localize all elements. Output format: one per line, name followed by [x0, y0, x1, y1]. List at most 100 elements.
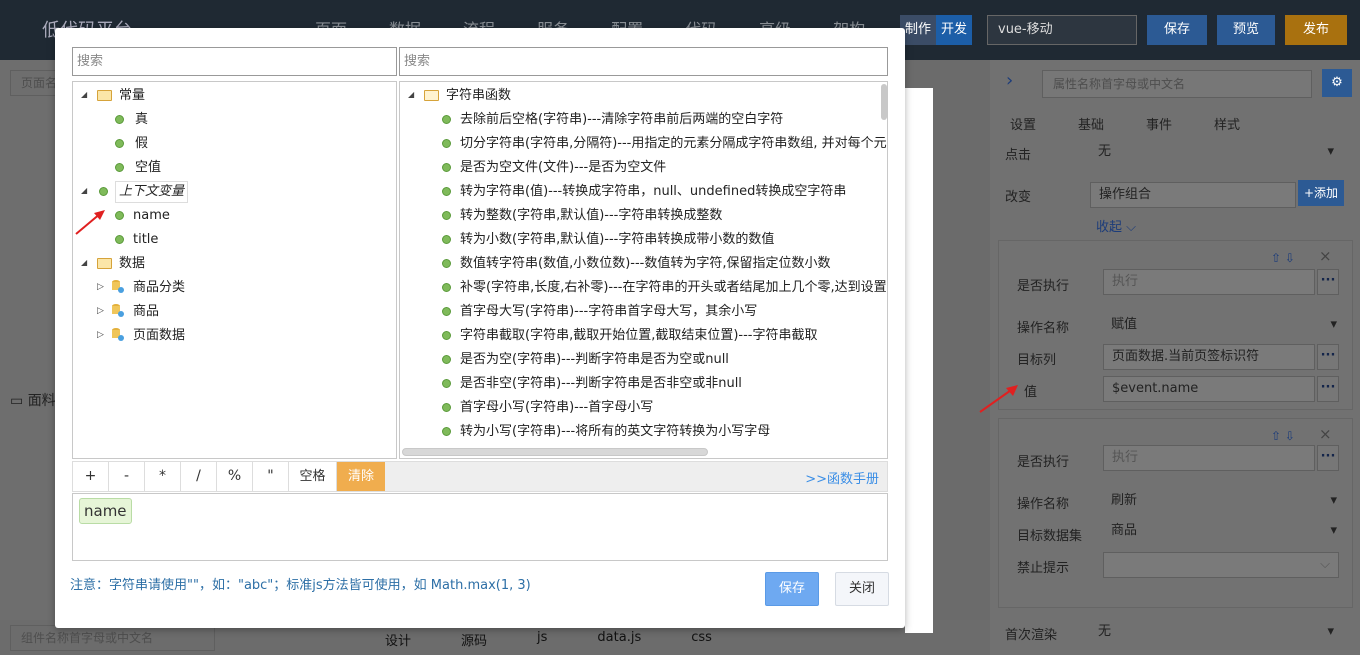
collapse-link[interactable]: 收起 ⌵: [1096, 216, 1136, 235]
dataset-label: 目标数据集: [1017, 529, 1083, 544]
tab-js[interactable]: js: [537, 630, 547, 649]
node-dot-icon: [442, 355, 451, 364]
function-item[interactable]: 转为字符串(值)---转换成字符串，null、undefined转换成空字符串: [460, 180, 846, 204]
close-icon[interactable]: ×: [1319, 425, 1332, 443]
first-render-select[interactable]: 无 ▾: [1090, 620, 1340, 646]
function-item[interactable]: 去除前后空格(字符串)---清除字符串前后两端的空白字符: [460, 108, 783, 132]
expression-editor[interactable]: name: [72, 493, 888, 561]
op-divide-button[interactable]: /: [181, 462, 217, 491]
close-button[interactable]: 关闭: [835, 572, 889, 606]
mode-make-button[interactable]: 制作: [900, 15, 936, 45]
tree-node-title[interactable]: title: [133, 228, 158, 252]
tree-node-true[interactable]: 真: [135, 108, 148, 132]
tree-node-constants[interactable]: 常量: [119, 84, 145, 108]
function-item[interactable]: 数值转字符串(数值,小数位数)---数值转为字符,保留指定位数小数: [460, 252, 830, 276]
value-input[interactable]: $event.name: [1103, 376, 1315, 402]
function-item[interactable]: 字符串截取(字符串,截取开始位置,截取结束位置)---字符串截取: [460, 324, 817, 348]
op-name-label: 操作名称: [1017, 321, 1070, 336]
tree-node-data[interactable]: 数据: [119, 252, 145, 276]
function-item[interactable]: 转为整数(字符串,默认值)---字符串转换成整数: [460, 204, 722, 228]
property-search-input[interactable]: 属性名称首字母或中文名: [1042, 70, 1312, 98]
tree-node-goods[interactable]: 商品: [133, 300, 159, 324]
right-search-input[interactable]: 搜索: [399, 47, 888, 76]
platform-select[interactable]: vue-移动: [987, 15, 1137, 45]
function-item[interactable]: 补零(字符串,长度,右补零)---在字符串的开头或者结尾加上几个零,达到设置的长…: [460, 276, 887, 300]
tree-node-string-functions[interactable]: 字符串函数: [446, 84, 511, 108]
function-item[interactable]: 转为小数(字符串,默认值)---字符串转换成带小数的数值: [460, 228, 774, 252]
exec-input[interactable]: 执行: [1103, 445, 1315, 471]
usage-note: 注意：字符串请使用""，如："abc"；标准js方法皆可使用，如 Math.ma…: [70, 578, 531, 593]
function-item[interactable]: 是否为空文件(文件)---是否为空文件: [460, 156, 666, 180]
tab-style[interactable]: 样式: [1214, 114, 1240, 133]
tab-data-js[interactable]: data.js: [597, 630, 641, 649]
tree-node-name[interactable]: name: [133, 204, 170, 228]
save-button[interactable]: 保存: [765, 572, 819, 606]
expand-icon[interactable]: ◢: [81, 90, 87, 99]
clear-button[interactable]: 清除: [337, 462, 385, 491]
first-render-label: 首次渲染: [1005, 628, 1058, 643]
exec-input[interactable]: 执行: [1103, 269, 1315, 295]
tab-events[interactable]: 事件: [1146, 114, 1172, 133]
save-top-button[interactable]: 保存: [1147, 15, 1207, 45]
more-button[interactable]: ···: [1317, 376, 1339, 402]
prompt-label: 禁止提示: [1017, 561, 1070, 576]
op-multiply-button[interactable]: *: [145, 462, 181, 491]
tab-css[interactable]: css: [691, 630, 712, 649]
tab-basic[interactable]: 基础: [1078, 114, 1104, 133]
op-space-button[interactable]: 空格: [289, 462, 337, 491]
function-item[interactable]: 切分字符串(字符串,分隔符)---用指定的元素分隔成字符串数组, 并对每个元素进…: [460, 132, 887, 156]
left-search-input[interactable]: 搜索: [72, 47, 397, 76]
op-name-select[interactable]: 赋值 ▾: [1103, 313, 1339, 339]
tree-node-null[interactable]: 空值: [135, 156, 161, 180]
more-button[interactable]: ···: [1317, 344, 1339, 370]
function-item[interactable]: 首字母大写(字符串)---字符串首字母大写，其余小写: [460, 300, 757, 324]
vertical-scrollbar[interactable]: [881, 84, 887, 120]
prompt-select[interactable]: ⌵: [1103, 552, 1339, 578]
node-dot-icon: [442, 403, 451, 412]
close-icon[interactable]: ×: [1319, 247, 1332, 265]
tree-node-false[interactable]: 假: [135, 132, 148, 156]
component-search-input[interactable]: 组件名称首字母或中文名: [10, 625, 215, 651]
function-item[interactable]: 首字母小写(字符串)---首字母小写: [460, 396, 653, 420]
more-button[interactable]: ···: [1317, 269, 1339, 295]
tab-settings[interactable]: 设置: [1010, 114, 1036, 133]
change-value[interactable]: 操作组合: [1090, 182, 1296, 208]
function-item[interactable]: 是否非空(字符串)---判断字符串是否非空或非null: [460, 372, 742, 396]
tab-design[interactable]: 设计: [385, 630, 411, 649]
function-item[interactable]: 转为小写(字符串)---将所有的英文字符转换为小写字母: [460, 420, 770, 444]
op-modulo-button[interactable]: %: [217, 462, 253, 491]
more-button[interactable]: ···: [1317, 445, 1339, 471]
collapsed-icon[interactable]: ▷: [97, 282, 104, 292]
tree-node-context[interactable]: 上下文变量: [115, 181, 189, 203]
function-manual-link[interactable]: >>函数手册: [805, 468, 879, 487]
publish-button[interactable]: 发布: [1285, 15, 1347, 45]
op-name-select[interactable]: 刷新 ▾: [1103, 489, 1339, 515]
target-column-input[interactable]: 页面数据.当前页签标识符: [1103, 344, 1315, 370]
horizontal-scrollbar[interactable]: [402, 448, 708, 456]
expression-token[interactable]: name: [79, 498, 132, 524]
op-quote-button[interactable]: ": [253, 462, 289, 491]
change-label: 改变: [1005, 190, 1032, 205]
expand-icon[interactable]: ◢: [81, 186, 87, 195]
tree-node-category[interactable]: 商品分类: [133, 276, 185, 300]
op-plus-button[interactable]: +: [73, 462, 109, 491]
mode-dev-button[interactable]: 开发: [936, 15, 972, 45]
move-up-icon[interactable]: ⇧ ⇩: [1271, 251, 1295, 265]
tree-node-page-data[interactable]: 页面数据: [133, 324, 185, 348]
expand-icon[interactable]: ›: [1006, 70, 1013, 91]
collapsed-icon[interactable]: ▷: [97, 330, 104, 340]
annotation-arrow-icon: [75, 210, 105, 235]
expand-icon[interactable]: ◢: [408, 90, 414, 99]
gear-icon[interactable]: ⚙: [1322, 69, 1352, 97]
property-tabs: 设置 基础 事件 样式: [1010, 114, 1240, 133]
dataset-select[interactable]: 商品 ▾: [1103, 519, 1339, 545]
add-button[interactable]: +添加: [1298, 180, 1344, 206]
op-minus-button[interactable]: -: [109, 462, 145, 491]
move-up-icon[interactable]: ⇧ ⇩: [1271, 429, 1295, 443]
click-select[interactable]: 无 ▾: [1090, 140, 1340, 166]
expand-icon[interactable]: ◢: [81, 258, 87, 267]
preview-button[interactable]: 预览: [1217, 15, 1275, 45]
function-item[interactable]: 是否为空(字符串)---判断字符串是否为空或null: [460, 348, 729, 372]
collapsed-icon[interactable]: ▷: [97, 306, 104, 316]
tab-source[interactable]: 源码: [461, 630, 487, 649]
